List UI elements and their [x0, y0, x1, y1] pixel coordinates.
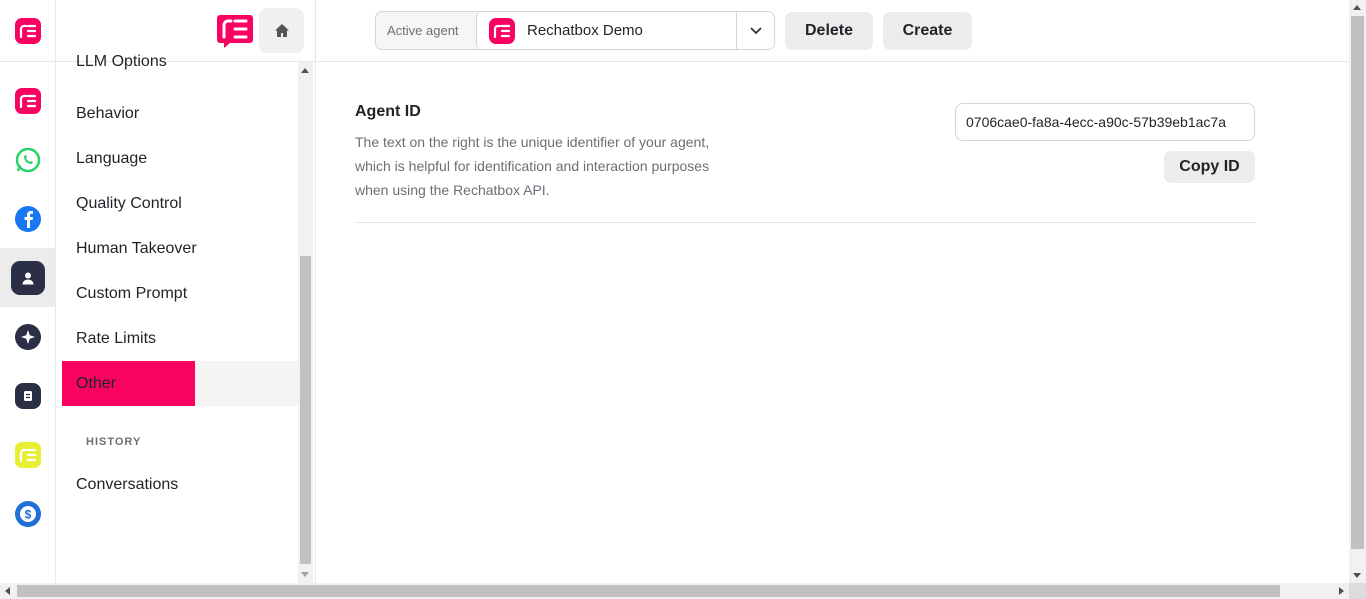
rail-item-rechatbox[interactable]: [0, 71, 55, 130]
rechatbox-brand-logo-icon[interactable]: [216, 13, 254, 49]
active-agent-name: Rechatbox Demo: [527, 22, 643, 39]
rechatbox-yellow-logo-icon: [14, 441, 41, 468]
menu-item-quality-control[interactable]: Quality Control: [62, 181, 298, 226]
chevron-down-icon[interactable]: [736, 12, 774, 49]
menu-item-llm-options[interactable]: LLM Options: [62, 54, 298, 76]
rail-item-rechatbox-yellow[interactable]: [0, 425, 55, 484]
scroll-up-arrow-icon[interactable]: [1353, 5, 1361, 10]
svg-text:$: $: [24, 507, 31, 521]
menu-scrollbar-thumb[interactable]: [300, 256, 311, 564]
scroll-down-arrow-icon[interactable]: [1353, 573, 1361, 578]
agent-id-field[interactable]: 0706cae0-fa8a-4ecc-a90c-57b39eb1ac7a: [955, 103, 1255, 141]
scroll-up-arrow-icon[interactable]: [301, 68, 309, 73]
sparkle-icon: [14, 323, 41, 350]
menu-item-custom-prompt[interactable]: Custom Prompt: [62, 271, 298, 316]
menu-item-conversations[interactable]: Conversations: [62, 462, 298, 507]
menu-list: LLM Options Behavior Language Quality Co…: [62, 54, 298, 507]
scroll-right-arrow-icon[interactable]: [1339, 587, 1344, 595]
menu-item-behavior[interactable]: Behavior: [62, 91, 298, 136]
top-header: Active agent Rechatbox Demo Delete Creat…: [316, 0, 1349, 62]
rail-item-agent[interactable]: [0, 248, 55, 307]
create-button[interactable]: Create: [883, 12, 972, 50]
billing-dollar-icon: $: [14, 500, 41, 527]
history-section-label: HISTORY: [86, 436, 142, 448]
page-vertical-scrollbar[interactable]: [1349, 0, 1366, 583]
facebook-icon: [14, 205, 41, 232]
home-button[interactable]: [259, 8, 304, 53]
rechatbox-logo-icon: [489, 17, 515, 44]
menu-item-human-takeover[interactable]: Human Takeover: [62, 226, 298, 271]
menu-item-other[interactable]: Other: [62, 361, 298, 406]
page-vertical-scrollbar-thumb[interactable]: [1351, 16, 1364, 549]
page-horizontal-scrollbar-thumb[interactable]: [17, 585, 1280, 597]
section-divider: [355, 222, 1255, 223]
menu-scrollbar[interactable]: [298, 62, 313, 583]
rail-item-whatsapp[interactable]: [0, 130, 55, 189]
scroll-left-arrow-icon[interactable]: [5, 587, 10, 595]
rechatbox-logo-icon[interactable]: [14, 17, 41, 44]
active-agent-label: Active agent: [387, 23, 459, 38]
menu-item-rate-limits[interactable]: Rate Limits: [62, 316, 298, 361]
icon-rail: $: [0, 0, 56, 583]
settings-menu: LLM Options Behavior Language Quality Co…: [56, 0, 316, 583]
active-agent-value[interactable]: Rechatbox Demo: [476, 12, 774, 49]
whatsapp-icon: [15, 147, 40, 172]
rail-item-facebook[interactable]: [0, 189, 55, 248]
document-icon: [14, 382, 41, 409]
rail-header: [0, 0, 55, 62]
rail-item-documents[interactable]: [0, 366, 55, 425]
active-agent-select[interactable]: Active agent Rechatbox Demo: [375, 11, 775, 50]
scrollbar-corner: [1349, 583, 1366, 599]
agent-id-section: Agent ID The text on the right is the un…: [355, 103, 1255, 202]
copy-id-button[interactable]: Copy ID: [1164, 151, 1255, 183]
agent-id-description: The text on the right is the unique iden…: [355, 134, 710, 198]
delete-button[interactable]: Delete: [785, 12, 873, 50]
page-horizontal-scrollbar[interactable]: [0, 583, 1366, 599]
menu-item-language[interactable]: Language: [62, 136, 298, 181]
agent-person-icon: [10, 260, 45, 295]
scroll-down-arrow-icon[interactable]: [301, 572, 309, 577]
rail-item-billing[interactable]: $: [0, 484, 55, 543]
rechatbox-logo-icon: [14, 87, 41, 114]
rail-item-ai[interactable]: [0, 307, 55, 366]
home-icon: [274, 24, 289, 37]
